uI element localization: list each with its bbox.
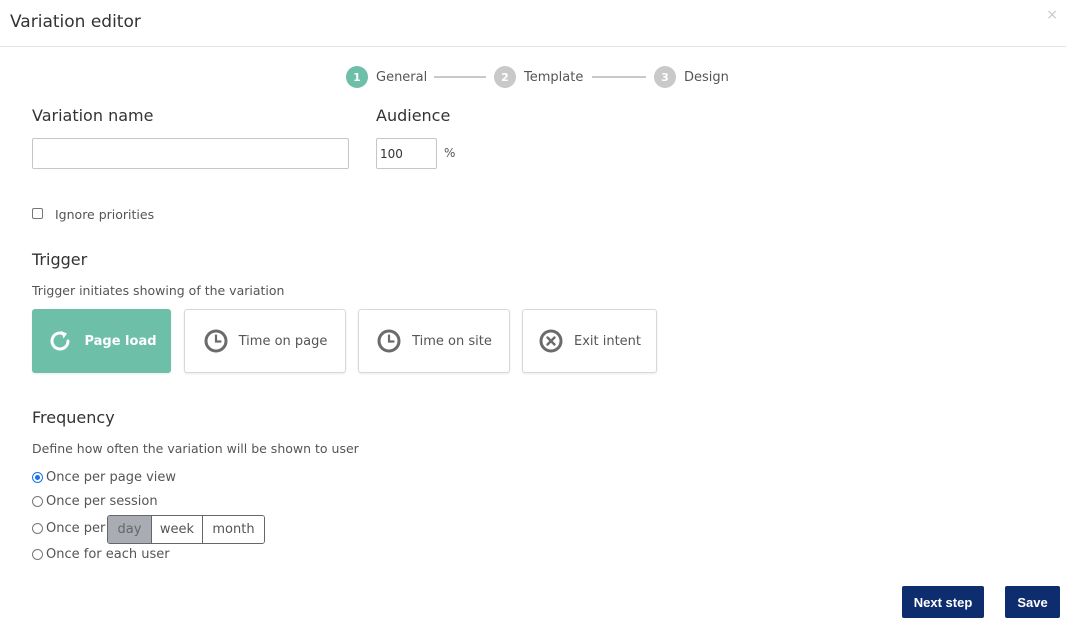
frequency-description: Define how often the variation will be s… xyxy=(32,441,359,456)
step-connector xyxy=(434,76,486,78)
radio-button[interactable] xyxy=(32,471,43,483)
trigger-time-on-page-button[interactable]: Time on page xyxy=(184,309,346,373)
radio-button[interactable] xyxy=(32,495,43,507)
frequency-option-page-view[interactable]: Once per page view xyxy=(32,467,176,487)
step-general[interactable]: 1 General xyxy=(346,66,427,88)
frequency-option-period[interactable]: Once per xyxy=(32,518,105,538)
frequency-option-session[interactable]: Once per session xyxy=(32,491,158,511)
period-day-button[interactable]: day xyxy=(108,516,152,543)
ignore-priorities-label: Ignore priorities xyxy=(55,207,155,222)
modal-title: Variation editor xyxy=(10,12,141,32)
trigger-time-on-site-button[interactable]: Time on site xyxy=(358,309,510,373)
period-week-button[interactable]: week xyxy=(152,516,203,543)
radio-label: Once per page view xyxy=(46,469,177,485)
period-month-button[interactable]: month xyxy=(203,516,264,543)
step-number: 3 xyxy=(654,66,676,88)
frequency-option-each-user[interactable]: Once for each user xyxy=(32,544,170,564)
radio-label: Once for each user xyxy=(46,546,170,562)
trigger-page-load-button[interactable]: Page load xyxy=(32,309,171,373)
trigger-label: Page load xyxy=(84,333,157,349)
variation-name-label: Variation name xyxy=(32,106,154,125)
step-number: 2 xyxy=(494,66,516,88)
period-selector: day week month xyxy=(107,515,265,544)
trigger-label: Time on site xyxy=(412,333,492,349)
save-button[interactable]: Save xyxy=(1005,586,1060,618)
audience-label: Audience xyxy=(376,106,451,125)
radio-button[interactable] xyxy=(32,522,43,534)
radio-label: Once per session xyxy=(46,493,158,509)
step-template[interactable]: 2 Template xyxy=(494,66,583,88)
next-step-button[interactable]: Next step xyxy=(902,586,984,618)
audience-input[interactable] xyxy=(376,138,437,169)
trigger-label: Time on page xyxy=(238,333,328,349)
close-icon[interactable]: × xyxy=(1046,7,1058,23)
radio-button[interactable] xyxy=(32,548,43,560)
radio-label: Once per xyxy=(46,520,106,536)
ignore-priorities-checkbox[interactable] xyxy=(32,208,43,219)
trigger-title: Trigger xyxy=(32,250,88,269)
modal-header: Variation editor × xyxy=(0,0,1066,47)
clock-icon xyxy=(376,328,402,354)
step-label: Template xyxy=(524,69,584,85)
step-number: 1 xyxy=(346,66,368,88)
variation-name-input[interactable] xyxy=(32,138,349,169)
refresh-icon xyxy=(46,327,74,355)
step-design[interactable]: 3 Design xyxy=(654,66,729,88)
trigger-label: Exit intent xyxy=(573,333,642,349)
trigger-description: Trigger initiates showing of the variati… xyxy=(32,283,285,298)
audience-unit: % xyxy=(444,146,456,160)
step-label: General xyxy=(376,69,428,85)
frequency-title: Frequency xyxy=(32,408,115,427)
clock-icon xyxy=(203,328,229,354)
trigger-exit-intent-button[interactable]: Exit intent xyxy=(522,309,657,373)
step-connector xyxy=(592,76,646,78)
close-circle-icon xyxy=(538,328,564,354)
step-label: Design xyxy=(684,69,729,85)
